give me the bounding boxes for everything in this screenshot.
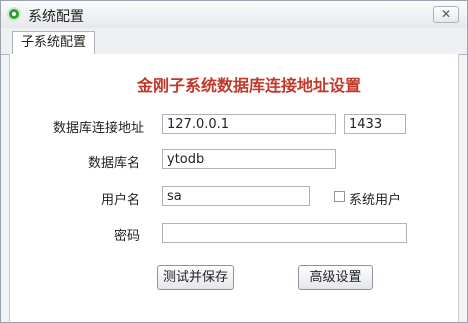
close-button[interactable]: ✕ xyxy=(433,6,459,23)
system-user-label[interactable]: 系统用户 xyxy=(349,189,401,208)
dbname-label: 数据库名 xyxy=(88,156,141,171)
password-label: 密码 xyxy=(114,229,141,244)
username-label: 用户名 xyxy=(101,193,141,208)
username-input[interactable] xyxy=(162,186,310,206)
address-input[interactable] xyxy=(162,114,336,134)
address-label: 数据库连接地址 xyxy=(53,121,145,136)
tab-subsystem-config[interactable]: 子系统配置 xyxy=(12,31,96,54)
dbname-input[interactable] xyxy=(162,149,336,169)
system-user-checkbox[interactable] xyxy=(334,191,345,202)
password-input[interactable] xyxy=(162,223,407,243)
advanced-settings-button[interactable]: 高级设置 xyxy=(298,265,373,290)
app-icon xyxy=(7,7,21,21)
tab-bar: 子系统配置 xyxy=(1,28,467,55)
port-input[interactable] xyxy=(344,114,406,134)
title-bar: 系统配置 ✕ xyxy=(1,1,467,29)
form-heading: 金刚子系统数据库连接地址设置 xyxy=(137,76,362,95)
close-icon: ✕ xyxy=(440,7,452,21)
test-and-save-button[interactable]: 测试并保存 xyxy=(157,265,234,290)
window-title: 系统配置 xyxy=(28,9,84,25)
config-window: 系统配置 ✕ 子系统配置 金刚子系统数据库连接地址设置 数据库连接地址 数据库名… xyxy=(0,0,468,323)
